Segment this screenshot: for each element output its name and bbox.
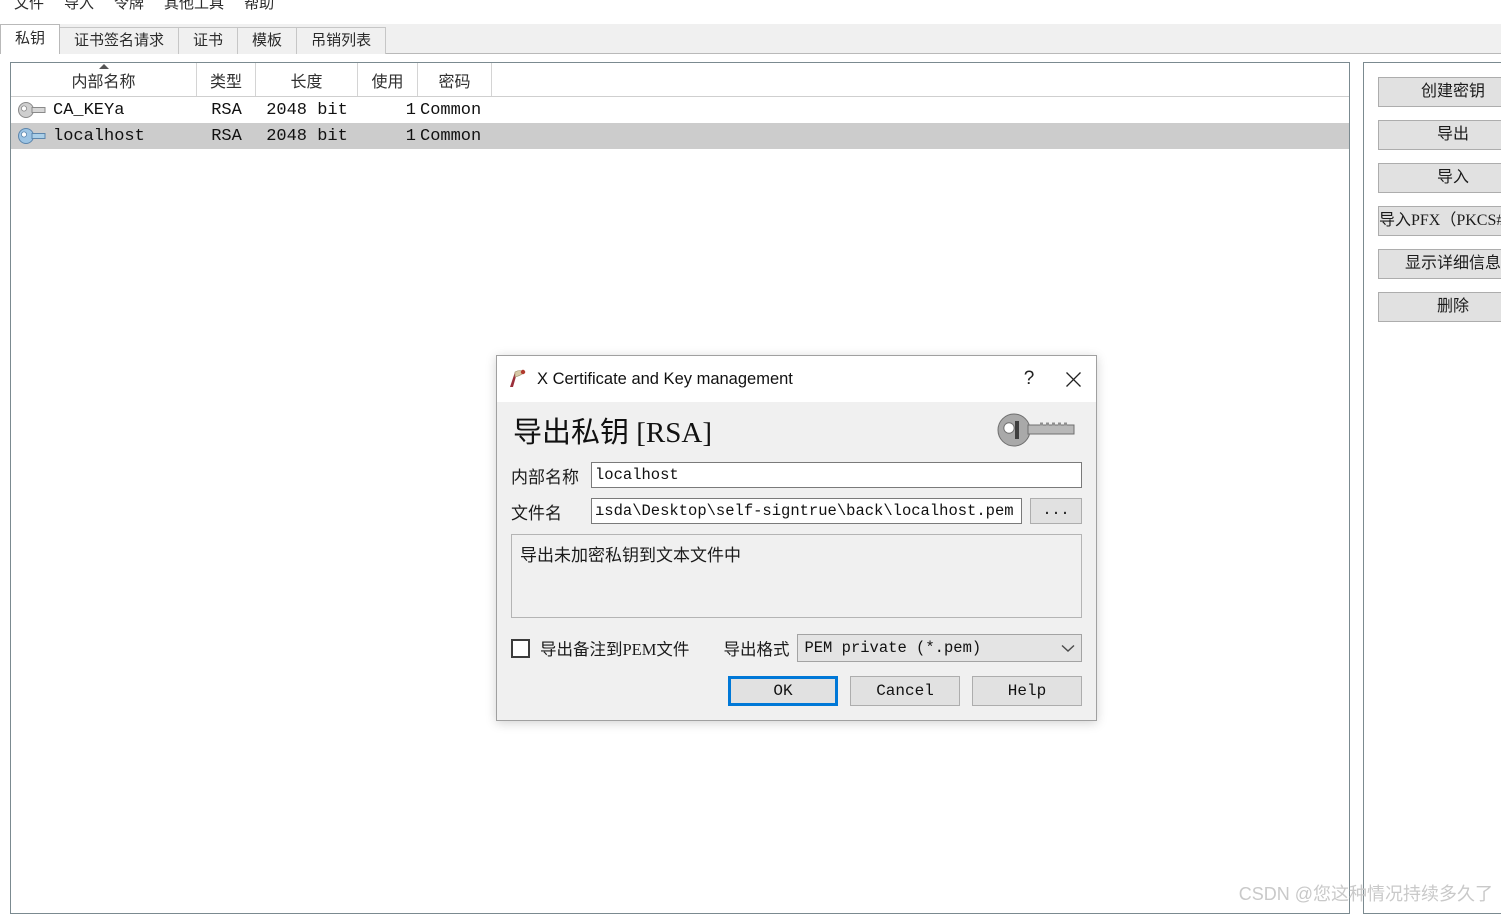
xca-app-icon — [510, 369, 526, 387]
app-window: 文件 导入 令牌 其他工具 帮助 私钥 证书签名请求 证书 模板 吊销列表 内部… — [0, 0, 1501, 914]
cell-type: RSA — [211, 126, 242, 146]
dialog-title-bar: X Certificate and Key management ? — [497, 356, 1096, 402]
internal-name-label: 内部名称 — [511, 467, 579, 487]
menu-item-help[interactable]: 帮助 — [234, 0, 284, 15]
tab-private-keys[interactable]: 私钥 — [0, 24, 61, 54]
cell-usage: 1 — [405, 100, 416, 120]
cell-password: Common — [420, 126, 482, 146]
column-header-label: 长度 — [290, 73, 323, 91]
filename-input[interactable]: ısda\Desktop\self-signtrue\back\localhos… — [591, 498, 1022, 524]
dialog-body: 导出私钥 [RSA] 内部名称 localhost 文件名 ısda\Deskt… — [497, 402, 1096, 706]
chevron-down-icon — [1061, 644, 1075, 652]
sort-ascending-icon — [98, 64, 109, 69]
export-format-label: 导出格式 — [723, 640, 790, 659]
column-header-label: 类型 — [209, 73, 242, 91]
column-header-password[interactable]: 密码 — [418, 63, 492, 96]
description-textarea[interactable]: 导出未加密私钥到文本文件中 — [511, 534, 1082, 618]
export-comment-label: 导出备注到PEM文件 — [540, 640, 690, 659]
dialog-button-row: OK Cancel Help — [511, 676, 1082, 706]
show-details-button[interactable]: 显示详细信息 — [1378, 249, 1501, 279]
cell-internal-name: localhost — [11, 127, 197, 146]
watermark: CSDN @您这种情况持续多久了 — [1238, 884, 1493, 904]
column-header-label: 内部名称 — [71, 73, 136, 91]
column-header-internal-name[interactable]: 内部名称 — [11, 63, 197, 96]
column-header-label: 使用 — [371, 73, 404, 91]
cell-length: 2048 bit — [266, 100, 348, 120]
key-name-text: localhost — [53, 126, 145, 146]
import-button[interactable]: 导入 — [1378, 163, 1501, 193]
internal-name-row: 内部名称 localhost — [511, 462, 1082, 488]
export-format-value: PEM private (*.pem) — [804, 639, 982, 657]
import-pfx-button[interactable]: 导入PFX（PKCS#12） — [1378, 206, 1501, 236]
table-header-row: 内部名称 类型 长度 使用 密码 — [11, 63, 1349, 97]
table-row[interactable]: CA_KEYa RSA 2048 bit 1 Common — [11, 97, 1349, 123]
cell-type: RSA — [211, 100, 242, 120]
menu-bar: 文件 导入 令牌 其他工具 帮助 — [0, 0, 1501, 14]
menu-item-token[interactable]: 令牌 — [104, 0, 154, 15]
create-key-button[interactable]: 创建密钥 — [1378, 77, 1501, 107]
export-button[interactable]: 导出 — [1378, 120, 1501, 150]
tab-revocation-lists[interactable]: 吊销列表 — [296, 27, 387, 54]
dialog-heading: 导出私钥 [RSA] — [513, 417, 712, 449]
menu-item-extra-tools[interactable]: 其他工具 — [154, 0, 234, 15]
column-header-label: 密码 — [438, 73, 471, 91]
close-button[interactable] — [1050, 356, 1096, 402]
menu-item-import[interactable]: 导入 — [54, 0, 104, 15]
browse-file-button[interactable]: ... — [1030, 498, 1082, 524]
key-icon-gray — [18, 102, 46, 118]
column-header-length[interactable]: 长度 — [256, 63, 358, 96]
key-illustration-icon — [997, 413, 1075, 447]
export-comment-checkbox[interactable] — [511, 638, 530, 658]
export-comment-checkbox-group[interactable]: 导出备注到PEM文件 — [511, 636, 689, 660]
column-header-usage[interactable]: 使用 — [358, 63, 418, 96]
help-button[interactable]: ? — [1008, 356, 1050, 402]
dialog-title: X Certificate and Key management — [537, 369, 793, 388]
tab-templates[interactable]: 模板 — [237, 27, 298, 54]
ok-button[interactable]: OK — [728, 676, 838, 706]
cell-length: 2048 bit — [266, 126, 348, 146]
filename-row: 文件名 ısda\Desktop\self-signtrue\back\loca… — [511, 498, 1082, 524]
filename-label: 文件名 — [511, 503, 562, 523]
cell-password: Common — [420, 100, 482, 120]
delete-button[interactable]: 删除 — [1378, 292, 1501, 322]
internal-name-input[interactable]: localhost — [591, 462, 1082, 488]
cell-usage: 1 — [405, 126, 416, 146]
cancel-button[interactable]: Cancel — [850, 676, 960, 706]
key-name-text: CA_KEYa — [53, 100, 125, 120]
options-row: 导出备注到PEM文件 导出格式 PEM private (*.pem) — [511, 634, 1082, 662]
tab-csr[interactable]: 证书签名请求 — [59, 27, 180, 54]
column-header-type[interactable]: 类型 — [197, 63, 256, 96]
tab-strip: 私钥 证书签名请求 证书 模板 吊销列表 — [0, 24, 1501, 54]
dialog-help-button[interactable]: Help — [972, 676, 1082, 706]
side-button-panel: 创建密钥 导出 导入 导入PFX（PKCS#12） 显示详细信息 删除 — [1363, 62, 1501, 914]
table-row[interactable]: localhost RSA 2048 bit 1 Common — [11, 123, 1349, 149]
key-icon-blue — [18, 128, 46, 144]
export-format-select[interactable]: PEM private (*.pem) — [797, 634, 1082, 662]
close-icon — [1065, 371, 1081, 387]
menu-item-file[interactable]: 文件 — [4, 0, 54, 15]
tab-certificates[interactable]: 证书 — [178, 27, 239, 54]
export-private-key-dialog: X Certificate and Key management ? 导出私钥 … — [496, 355, 1097, 721]
dialog-heading-row: 导出私钥 [RSA] — [511, 402, 1082, 458]
cell-internal-name: CA_KEYa — [11, 101, 197, 120]
